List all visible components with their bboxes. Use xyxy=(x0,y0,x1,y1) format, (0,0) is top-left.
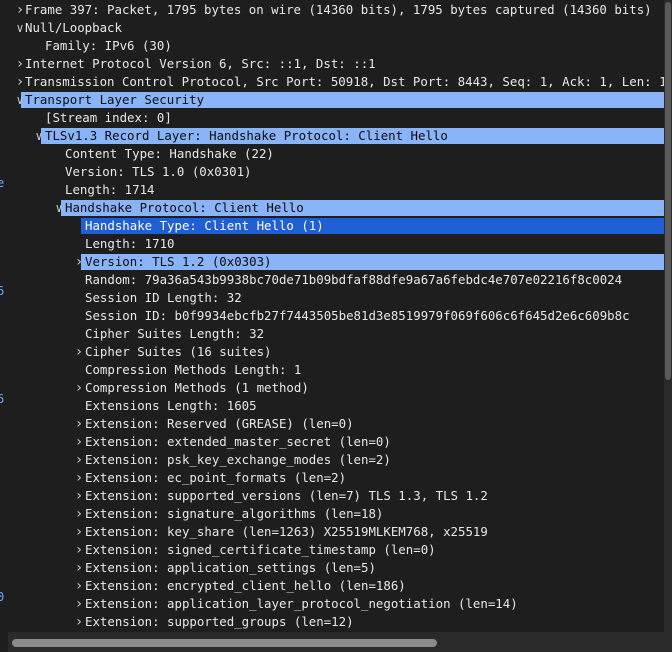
tree-row[interactable]: Length: 1714 xyxy=(8,181,664,199)
tree-row[interactable]: Compression Methods Length: 1 xyxy=(8,361,664,379)
tree-row[interactable]: Cipher Suites Length: 32 xyxy=(8,325,664,343)
chevron-right-icon[interactable]: › xyxy=(73,505,85,523)
packet-details-pane: e 6 6 0 › Frame 397: Packet, 1795 bytes o… xyxy=(0,0,672,652)
tree-row[interactable]: › Extension: supported_versions (len=7) T… xyxy=(8,487,664,505)
tree-row[interactable]: Version: TLS 1.0 (0x0301) xyxy=(8,163,664,181)
tree-row-label: Frame 397: Packet, 1795 bytes on wire (1… xyxy=(25,2,652,17)
tree-row[interactable]: › Extension: supported_groups (len=12) xyxy=(8,613,664,631)
tree-row-label: Handshake Protocol: Client Hello xyxy=(65,200,304,215)
chevron-right-icon[interactable]: › xyxy=(73,577,85,595)
chevron-right-icon[interactable]: › xyxy=(73,541,85,559)
edge-glyph: 6 xyxy=(0,284,5,298)
chevron-right-icon[interactable]: › xyxy=(73,379,85,397)
tree-row[interactable]: › Extension: signature_algorithms (len=18… xyxy=(8,505,664,523)
chevron-right-icon[interactable]: › xyxy=(73,451,85,469)
tree-row-label: Extension: supported_versions (len=7) TL… xyxy=(85,488,488,503)
tree-row[interactable]: ∨ Null/Loopback xyxy=(8,19,664,37)
tree-row[interactable]: › Internet Protocol Version 6, Src: ::1, … xyxy=(8,55,664,73)
tree-row-label: Extension: psk_key_exchange_modes (len=2… xyxy=(85,452,391,467)
tree-row[interactable]: › Extension: ec_point_formats (len=2) xyxy=(8,469,664,487)
chevron-down-icon[interactable]: ∨ xyxy=(33,127,45,145)
tree-row[interactable]: [Stream index: 0] xyxy=(8,109,664,127)
tree-row-label: Session ID: b0f9934ebcfb27f7443505be81d3… xyxy=(85,308,630,323)
chevron-right-icon[interactable]: › xyxy=(73,487,85,505)
tree-row[interactable]: › Frame 397: Packet, 1795 bytes on wire (… xyxy=(8,1,664,19)
tree-row[interactable]: Random: 79a36a543b9938bc70de71b09bdfaf88… xyxy=(8,271,664,289)
horizontal-scroll-thumb[interactable] xyxy=(12,639,437,647)
tree-row-label: Extension: signed_certificate_timestamp … xyxy=(85,542,436,557)
tree-row[interactable]: › Extension: encrypted_client_hello (len=… xyxy=(8,577,664,595)
tree-row-label: Extension: encrypted_client_hello (len=1… xyxy=(85,578,406,593)
chevron-down-icon[interactable]: ∨ xyxy=(53,199,65,217)
tree-row-label: Extension: key_share (len=1263) X25519ML… xyxy=(85,524,488,539)
tree-row[interactable]: › Extension: Reserved (GREASE) (len=0) xyxy=(8,415,664,433)
tree-row-label: Internet Protocol Version 6, Src: ::1, D… xyxy=(25,56,376,71)
tree-row[interactable]: ∨ Transport Layer Security xyxy=(8,91,664,109)
chevron-right-icon[interactable]: › xyxy=(73,253,85,271)
tree-row-label: Extension: application_settings (len=5) xyxy=(85,560,376,575)
tree-row[interactable]: › Transmission Control Protocol, Src Port… xyxy=(8,73,664,91)
chevron-right-icon[interactable]: › xyxy=(73,415,85,433)
tree-row-label: Content Type: Handshake (22) xyxy=(65,146,274,161)
tree-row-label: Cipher Suites Length: 32 xyxy=(85,326,265,341)
tree-row[interactable]: Family: IPv6 (30) xyxy=(8,37,664,55)
chevron-right-icon[interactable]: › xyxy=(73,523,85,541)
chevron-right-icon[interactable]: › xyxy=(73,595,85,613)
edge-glyph: 0 xyxy=(0,590,5,604)
tree-row-label: Handshake Type: Client Hello (1) xyxy=(85,218,324,233)
tree-row[interactable]: Session ID Length: 32 xyxy=(8,289,664,307)
tree-row-label: [Stream index: 0] xyxy=(45,110,172,125)
tree-row[interactable]: ∨ TLSv1.3 Record Layer: Handshake Protoco… xyxy=(8,127,664,145)
tree-row-label: Version: TLS 1.2 (0x0303) xyxy=(85,254,272,269)
tree-row[interactable]: › Extension: application_settings (len=5) xyxy=(8,559,664,577)
tree-row-label: Extension: Reserved (GREASE) (len=0) xyxy=(85,416,354,431)
left-pane-edge: e 6 6 0 xyxy=(0,0,8,652)
vertical-scroll-thumb[interactable] xyxy=(665,2,671,380)
tree-row[interactable]: › Extension: extended_master_secret (len=… xyxy=(8,433,664,451)
tree-row-label: Length: 1714 xyxy=(65,182,155,197)
tree-row[interactable]: › Compression Methods (1 method) xyxy=(8,379,664,397)
tree-row[interactable]: ∨ Handshake Protocol: Client Hello xyxy=(8,199,664,217)
tree-row-label: Random: 79a36a543b9938bc70de71b09bdfaf88… xyxy=(85,272,623,287)
tree-row-label: Version: TLS 1.0 (0x0301) xyxy=(65,164,252,179)
tree-row[interactable]: › Version: TLS 1.2 (0x0303) xyxy=(8,253,664,271)
tree-row[interactable]: Handshake Type: Client Hello (1) xyxy=(8,217,664,235)
chevron-right-icon[interactable]: › xyxy=(73,613,85,631)
tree-row-label: Transport Layer Security xyxy=(25,92,205,107)
tree-row-label: Transmission Control Protocol, Src Port:… xyxy=(25,74,664,89)
tree-row[interactable]: › Cipher Suites (16 suites) xyxy=(8,343,664,361)
tree-row-label: Session ID Length: 32 xyxy=(85,290,242,305)
tree-row[interactable]: › Extension: key_share (len=1263) X25519M… xyxy=(8,523,664,541)
tree-row[interactable]: › Extension: application_layer_protocol_n… xyxy=(8,595,664,613)
tree-row[interactable]: Extensions Length: 1605 xyxy=(8,397,664,415)
tree-row-label: Extension: extended_master_secret (len=0… xyxy=(85,434,391,449)
tree-row-label: Null/Loopback xyxy=(25,20,122,35)
horizontal-scrollbar[interactable] xyxy=(8,632,672,652)
tree-row-label: Cipher Suites (16 suites) xyxy=(85,344,272,359)
tree-row[interactable]: › Extension: signed_certificate_timestamp… xyxy=(8,541,664,559)
protocol-tree[interactable]: › Frame 397: Packet, 1795 bytes on wire (… xyxy=(8,1,664,631)
edge-glyph: 6 xyxy=(0,392,5,406)
tree-row[interactable]: Content Type: Handshake (22) xyxy=(8,145,664,163)
tree-row-label: Extensions Length: 1605 xyxy=(85,398,257,413)
vertical-scrollbar[interactable] xyxy=(664,0,672,632)
tree-row-label: Compression Methods (1 method) xyxy=(85,380,309,395)
tree-row[interactable]: Length: 1710 xyxy=(8,235,664,253)
tree-row-label: TLSv1.3 Record Layer: Handshake Protocol… xyxy=(45,128,448,143)
chevron-right-icon[interactable]: › xyxy=(73,433,85,451)
tree-row-label: Extension: ec_point_formats (len=2) xyxy=(85,470,347,485)
chevron-right-icon[interactable]: › xyxy=(73,559,85,577)
chevron-right-icon[interactable]: › xyxy=(73,343,85,361)
tree-row-label: Extension: supported_groups (len=12) xyxy=(85,614,354,629)
tree-row-label: Extension: application_layer_protocol_ne… xyxy=(85,596,518,611)
tree-row-label: Length: 1710 xyxy=(85,236,175,251)
tree-row-label: Compression Methods Length: 1 xyxy=(85,362,302,377)
tree-row-label: Family: IPv6 (30) xyxy=(45,38,172,53)
tree-row[interactable]: › Extension: psk_key_exchange_modes (len=… xyxy=(8,451,664,469)
tree-row[interactable]: Session ID: b0f9934ebcfb27f7443505be81d3… xyxy=(8,307,664,325)
tree-row-label: Extension: signature_algorithms (len=18) xyxy=(85,506,384,521)
edge-glyph: e xyxy=(0,176,5,190)
chevron-right-icon[interactable]: › xyxy=(73,469,85,487)
